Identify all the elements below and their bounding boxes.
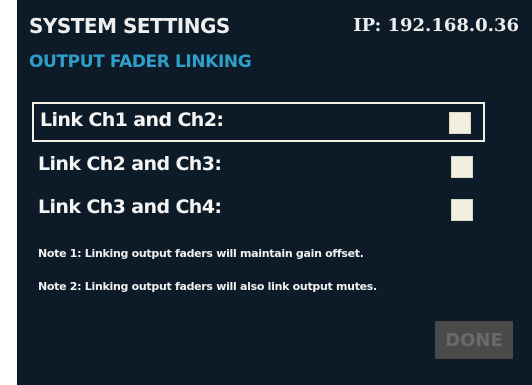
link-ch2-ch3-checkbox[interactable]: [451, 156, 473, 178]
done-button[interactable]: DONE: [435, 321, 513, 359]
note-2: Note 2: Linking output faders will also …: [38, 280, 377, 293]
link-ch3-ch4-checkbox[interactable]: [451, 199, 473, 221]
link-ch1-ch2-label: Link Ch1 and Ch2:: [40, 109, 224, 131]
ip-address: IP: 192.168.0.36: [353, 15, 519, 36]
page-title: SYSTEM SETTINGS: [29, 14, 230, 38]
note-1: Note 1: Linking output faders will maint…: [38, 247, 364, 260]
link-ch1-ch2-row[interactable]: Link Ch1 and Ch2:: [32, 102, 485, 142]
link-ch2-ch3-row[interactable]: Link Ch2 and Ch3:: [32, 148, 485, 188]
section-title: OUTPUT FADER LINKING: [29, 52, 252, 72]
link-ch3-ch4-row[interactable]: Link Ch3 and Ch4:: [32, 191, 485, 231]
link-ch3-ch4-label: Link Ch3 and Ch4:: [38, 196, 222, 218]
settings-screen: SYSTEM SETTINGS IP: 192.168.0.36 OUTPUT …: [17, 0, 532, 385]
link-ch2-ch3-label: Link Ch2 and Ch3:: [38, 153, 222, 175]
link-ch1-ch2-checkbox[interactable]: [449, 112, 471, 134]
